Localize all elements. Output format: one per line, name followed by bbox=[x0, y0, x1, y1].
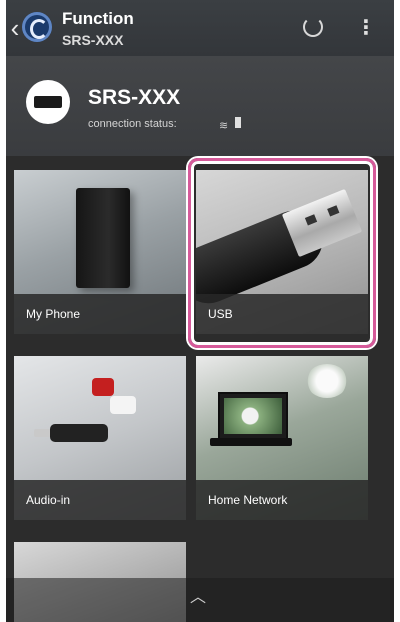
white-rca-plug-image bbox=[110, 396, 136, 414]
page-subtitle: SRS-XXX bbox=[62, 32, 124, 48]
red-rca-plug-image bbox=[92, 378, 114, 396]
battery-icon bbox=[235, 117, 241, 128]
refresh-icon[interactable] bbox=[303, 17, 323, 37]
flower-image bbox=[306, 364, 348, 398]
function-label: My Phone bbox=[14, 294, 186, 334]
app-screen: ‹ Function SRS-XXX ⋮ SRS-XXX connection … bbox=[6, 0, 394, 622]
app-bar: ‹ Function SRS-XXX ⋮ bbox=[6, 0, 394, 56]
device-name: SRS-XXX bbox=[88, 86, 181, 109]
app-logo-icon[interactable] bbox=[22, 12, 52, 42]
speaker-icon bbox=[26, 80, 70, 124]
function-label: Audio-in bbox=[14, 480, 186, 520]
function-tile-my-phone[interactable]: My Phone bbox=[14, 170, 186, 334]
chevron-up-icon[interactable]: ︿ bbox=[186, 590, 210, 606]
smartphone-image bbox=[76, 188, 130, 288]
laptop-image bbox=[218, 392, 288, 440]
chevron-left-icon[interactable]: ‹ bbox=[7, 14, 23, 42]
laptop-base-image bbox=[210, 438, 292, 446]
selection-highlight bbox=[188, 158, 376, 348]
overflow-menu-icon[interactable]: ⋮ bbox=[356, 16, 376, 40]
page-title: Function bbox=[62, 9, 134, 28]
function-label: Home Network bbox=[196, 480, 368, 520]
device-panel: SRS-XXX connection status: ≋ bbox=[6, 56, 394, 156]
function-grid: My Phone USB Audio-in Home Network bbox=[6, 156, 394, 622]
function-tile-audio-in[interactable]: Audio-in bbox=[14, 356, 186, 520]
connection-status-label: connection status: bbox=[88, 118, 177, 130]
function-tile-home-network[interactable]: Home Network bbox=[196, 356, 368, 520]
audio-jack-image bbox=[50, 424, 108, 442]
wifi-icon: ≋ bbox=[219, 120, 229, 132]
